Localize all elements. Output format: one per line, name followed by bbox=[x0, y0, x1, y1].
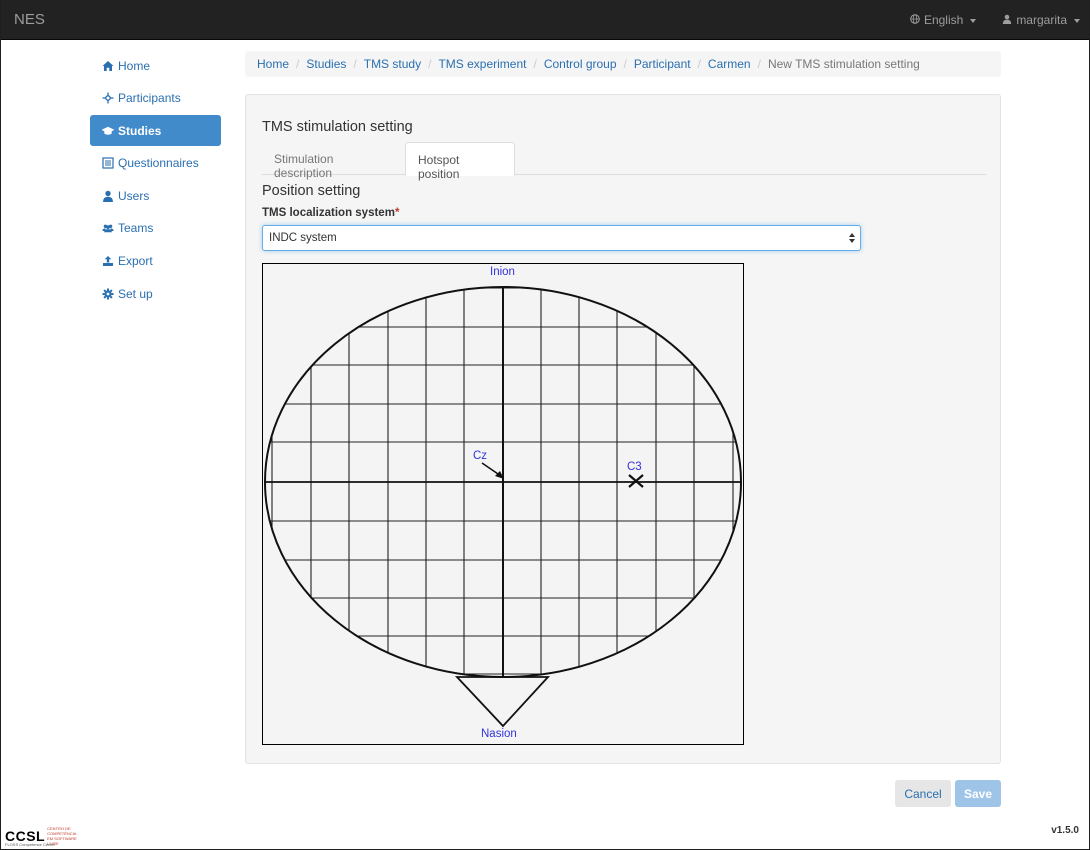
chevron-down-icon bbox=[970, 19, 977, 23]
graduation-cap-icon bbox=[102, 125, 114, 137]
required-mark: * bbox=[394, 207, 400, 219]
c3-label: C3 bbox=[627, 461, 642, 473]
breadcrumb: Home / Studies / TMS study / TMS experim… bbox=[245, 51, 1001, 77]
gear-icon bbox=[102, 288, 114, 300]
username-label: margarita bbox=[1016, 13, 1067, 27]
language-label: English bbox=[923, 13, 964, 27]
language-dropdown[interactable]: English bbox=[910, 13, 977, 27]
ccsl-logo-caption: FLOSS Competence Center bbox=[5, 842, 56, 847]
breadcrumb-separator: / bbox=[757, 57, 761, 71]
sidebar-item-users[interactable]: Users bbox=[90, 180, 221, 211]
localization-system-select[interactable]: INDC system bbox=[262, 225, 861, 251]
sidebar-item-setup[interactable]: Set up bbox=[90, 278, 221, 309]
arrow-icon bbox=[480, 461, 508, 486]
breadcrumb-separator: / bbox=[428, 57, 432, 71]
sidebar-item-label: Questionnaires bbox=[118, 156, 199, 171]
sidebar-item-label: Participants bbox=[118, 91, 181, 106]
sidebar-item-label: Home bbox=[118, 58, 151, 73]
version-label: v1.5.0 bbox=[1051, 825, 1079, 836]
breadcrumb-carmen[interactable]: Carmen bbox=[708, 57, 751, 71]
sidebar-item-label: Teams bbox=[118, 221, 154, 236]
top-navbar: NES English margarita bbox=[1, 0, 1089, 40]
sidebar-item-home[interactable]: Home bbox=[90, 50, 221, 81]
select-arrows-icon bbox=[849, 232, 855, 244]
breadcrumb-separator: / bbox=[533, 57, 537, 71]
home-icon bbox=[102, 60, 114, 72]
user-icon bbox=[1002, 13, 1012, 27]
sidebar-item-participants[interactable]: Participants bbox=[90, 83, 221, 114]
panel-title: TMS stimulation setting bbox=[262, 119, 413, 135]
breadcrumb-separator: / bbox=[353, 57, 357, 71]
breadcrumb-studies[interactable]: Studies bbox=[306, 57, 346, 71]
sidebar-item-studies[interactable]: Studies bbox=[90, 115, 221, 147]
save-button[interactable]: Save bbox=[955, 780, 1001, 807]
hotspot-marker-icon[interactable] bbox=[628, 474, 644, 491]
user-dropdown[interactable]: margarita bbox=[1002, 13, 1080, 27]
navbar-right: English margarita bbox=[910, 13, 1080, 27]
sidebar-item-label: Users bbox=[118, 188, 150, 203]
inion-label: Inion bbox=[490, 266, 515, 278]
localization-system-label: TMS localization system* bbox=[262, 207, 399, 219]
user-icon bbox=[102, 190, 114, 202]
nasion-label: Nasion bbox=[481, 728, 517, 740]
breadcrumb-current: New TMS stimulation setting bbox=[767, 57, 920, 71]
tab-stimulation-description[interactable]: Stimulation description bbox=[262, 142, 402, 180]
stimulation-setting-panel: TMS stimulation setting Stimulation desc… bbox=[245, 94, 1001, 764]
breadcrumb-tms-experiment[interactable]: TMS experiment bbox=[438, 57, 526, 71]
select-value: INDC system bbox=[269, 232, 337, 244]
team-icon bbox=[102, 222, 114, 234]
export-icon bbox=[102, 255, 114, 267]
list-icon bbox=[102, 157, 114, 169]
sidebar-item-questionnaires[interactable]: Questionnaires bbox=[90, 148, 221, 179]
localization-system-label-text: TMS localization system bbox=[262, 207, 395, 219]
head-grid-image bbox=[263, 264, 743, 744]
breadcrumb-tms-study[interactable]: TMS study bbox=[364, 57, 421, 71]
sidebar-item-label: Set up bbox=[118, 286, 153, 301]
breadcrumb-control-group[interactable]: Control group bbox=[544, 57, 617, 71]
sidebar: Home Participants Studies Questionnaires… bbox=[90, 50, 221, 311]
breadcrumb-separator: / bbox=[296, 57, 300, 71]
breadcrumb-separator: / bbox=[697, 57, 701, 71]
tab-hotspot-position[interactable]: Hotspot position bbox=[405, 142, 515, 181]
sidebar-item-export[interactable]: Export bbox=[90, 246, 221, 277]
breadcrumb-separator: / bbox=[623, 57, 627, 71]
tab-bar: Stimulation description Hotspot position bbox=[262, 142, 986, 181]
sidebar-item-label: Export bbox=[118, 254, 153, 269]
brand-logo[interactable]: NES bbox=[14, 11, 45, 28]
globe-icon bbox=[910, 13, 920, 27]
section-title: Position setting bbox=[262, 183, 361, 199]
sidebar-item-label: Studies bbox=[118, 123, 162, 138]
localization-map[interactable]: Inion Nasion Cz C3 bbox=[262, 263, 744, 745]
participants-icon bbox=[102, 92, 114, 104]
sidebar-item-teams[interactable]: Teams bbox=[90, 213, 221, 244]
cancel-button[interactable]: Cancel bbox=[895, 780, 951, 807]
breadcrumb-participant[interactable]: Participant bbox=[634, 57, 691, 71]
chevron-down-icon bbox=[1074, 19, 1080, 23]
breadcrumb-home[interactable]: Home bbox=[257, 57, 289, 71]
